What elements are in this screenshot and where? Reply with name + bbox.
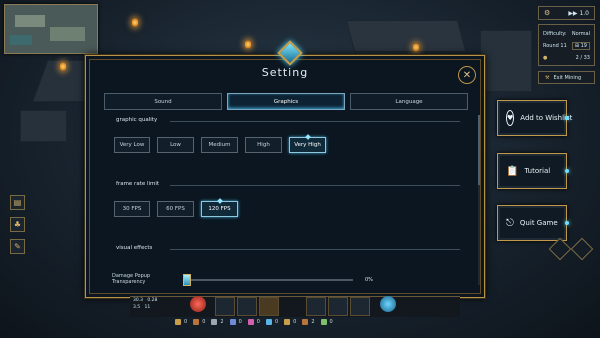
tab-graphics[interactable]: Graphics xyxy=(227,93,345,110)
resource-item: 2 xyxy=(211,319,224,325)
tutorial-button[interactable]: 📋 Tutorial xyxy=(497,153,569,189)
stat-block: 30.3 0.28 3.5 11 xyxy=(133,298,158,310)
damage-popup-slider-track[interactable] xyxy=(185,279,353,281)
tutorial-icon: 📋 xyxy=(506,165,519,177)
visual-effects-title: visual effects xyxy=(116,245,153,251)
speed-display: ▶▶ 1.0 xyxy=(568,10,589,17)
resource-bar: 0 0 2 0 0 0 0 2 0 xyxy=(175,316,415,328)
codex-icon[interactable]: ✎ xyxy=(10,239,25,254)
fps-60[interactable]: 60 FPS xyxy=(157,201,194,217)
wishlist-icon: ♥ xyxy=(506,110,515,126)
ability-slot[interactable] xyxy=(259,297,279,316)
ability-slot[interactable] xyxy=(328,297,348,316)
runner-icon[interactable] xyxy=(570,237,594,261)
map-scroll-icon[interactable]: ▤ xyxy=(10,195,25,210)
fps-120[interactable]: 120 FPS xyxy=(201,201,238,217)
wave-badge: ⊞ 19 xyxy=(571,42,590,50)
resource-item: 2 xyxy=(302,319,315,325)
frame-rate-title: frame rate limit xyxy=(116,181,160,187)
graphic-quality-title: graphic quality xyxy=(116,117,158,123)
add-to-wishlist-button[interactable]: ♥ Add to Wishlist xyxy=(497,100,572,136)
divider xyxy=(170,121,460,122)
ability-slot[interactable] xyxy=(306,297,326,316)
game-info-panel: Difficulty: Normal Round 11 ⊞ 19 ● 2 / 33 xyxy=(538,24,595,66)
torch-light xyxy=(413,43,419,52)
ability-slot[interactable] xyxy=(350,297,370,316)
tab-language[interactable]: Language xyxy=(350,93,468,110)
speed-value: 1.0 xyxy=(579,9,589,17)
damage-popup-label: Damage Popup Transparency xyxy=(112,273,151,285)
scrollbar-thumb[interactable] xyxy=(478,115,480,185)
exit-mining-button[interactable]: ⚒ Exit Mining xyxy=(538,71,595,84)
divider xyxy=(170,249,460,250)
quit-icon: ⎋ xyxy=(506,217,514,229)
resource-item: 0 xyxy=(229,319,242,325)
round-info: Round 11 xyxy=(543,43,567,49)
difficulty-value: Normal xyxy=(571,31,590,37)
ability-slot[interactable] xyxy=(237,297,257,316)
fps-30[interactable]: 30 FPS xyxy=(114,201,150,217)
divider xyxy=(170,185,460,186)
resource-item: 0 xyxy=(265,319,278,325)
quality-very-low[interactable]: Very Low xyxy=(114,137,150,153)
resource-item: 0 xyxy=(175,319,187,325)
settings-gear-icon[interactable]: ⚙ xyxy=(544,9,550,17)
quality-high[interactable]: High xyxy=(245,137,282,153)
background-stone xyxy=(20,110,67,142)
quality-very-high[interactable]: Very High xyxy=(289,137,326,153)
progress-count: 2 / 33 xyxy=(575,55,590,61)
speed-control[interactable]: ⚙ ▶▶ 1.0 xyxy=(538,6,595,20)
coin-icon: ● xyxy=(543,55,548,61)
tutorial-label: Tutorial xyxy=(524,167,551,175)
mana-orb xyxy=(380,296,396,312)
dialog-title: Setting xyxy=(261,66,309,79)
settings-dialog: Setting xyxy=(85,55,485,298)
torch-light xyxy=(60,62,66,71)
tab-sound[interactable]: Sound xyxy=(104,93,222,110)
background-stone xyxy=(345,20,467,52)
exit-mining-label: Exit Mining xyxy=(553,74,582,81)
skill-tree-icon[interactable]: ♣ xyxy=(10,217,25,232)
quit-game-button[interactable]: ⎋ Quit Game xyxy=(497,205,569,241)
ability-slot[interactable] xyxy=(215,297,235,316)
close-icon[interactable]: ✕ xyxy=(458,66,476,84)
health-orb xyxy=(190,296,206,312)
quality-low[interactable]: Low xyxy=(157,137,194,153)
damage-popup-slider-handle[interactable] xyxy=(183,274,191,286)
resource-item: 0 xyxy=(247,319,260,325)
quit-label: Quit Game xyxy=(519,219,558,227)
compass-icon[interactable] xyxy=(548,237,572,261)
resource-item: 0 xyxy=(193,319,205,325)
torch-light xyxy=(132,18,138,27)
pickaxe-icon: ⚒ xyxy=(545,74,550,81)
resource-item: 0 xyxy=(320,319,333,325)
damage-popup-value: 0% xyxy=(365,277,373,283)
speed-icon: ▶▶ xyxy=(568,9,580,17)
quality-medium[interactable]: Medium xyxy=(201,137,238,153)
resource-item: 0 xyxy=(284,319,296,325)
torch-light xyxy=(245,40,251,49)
background-stone xyxy=(480,30,532,92)
minimap[interactable] xyxy=(4,4,98,54)
difficulty-label: Difficulty: xyxy=(543,31,567,37)
